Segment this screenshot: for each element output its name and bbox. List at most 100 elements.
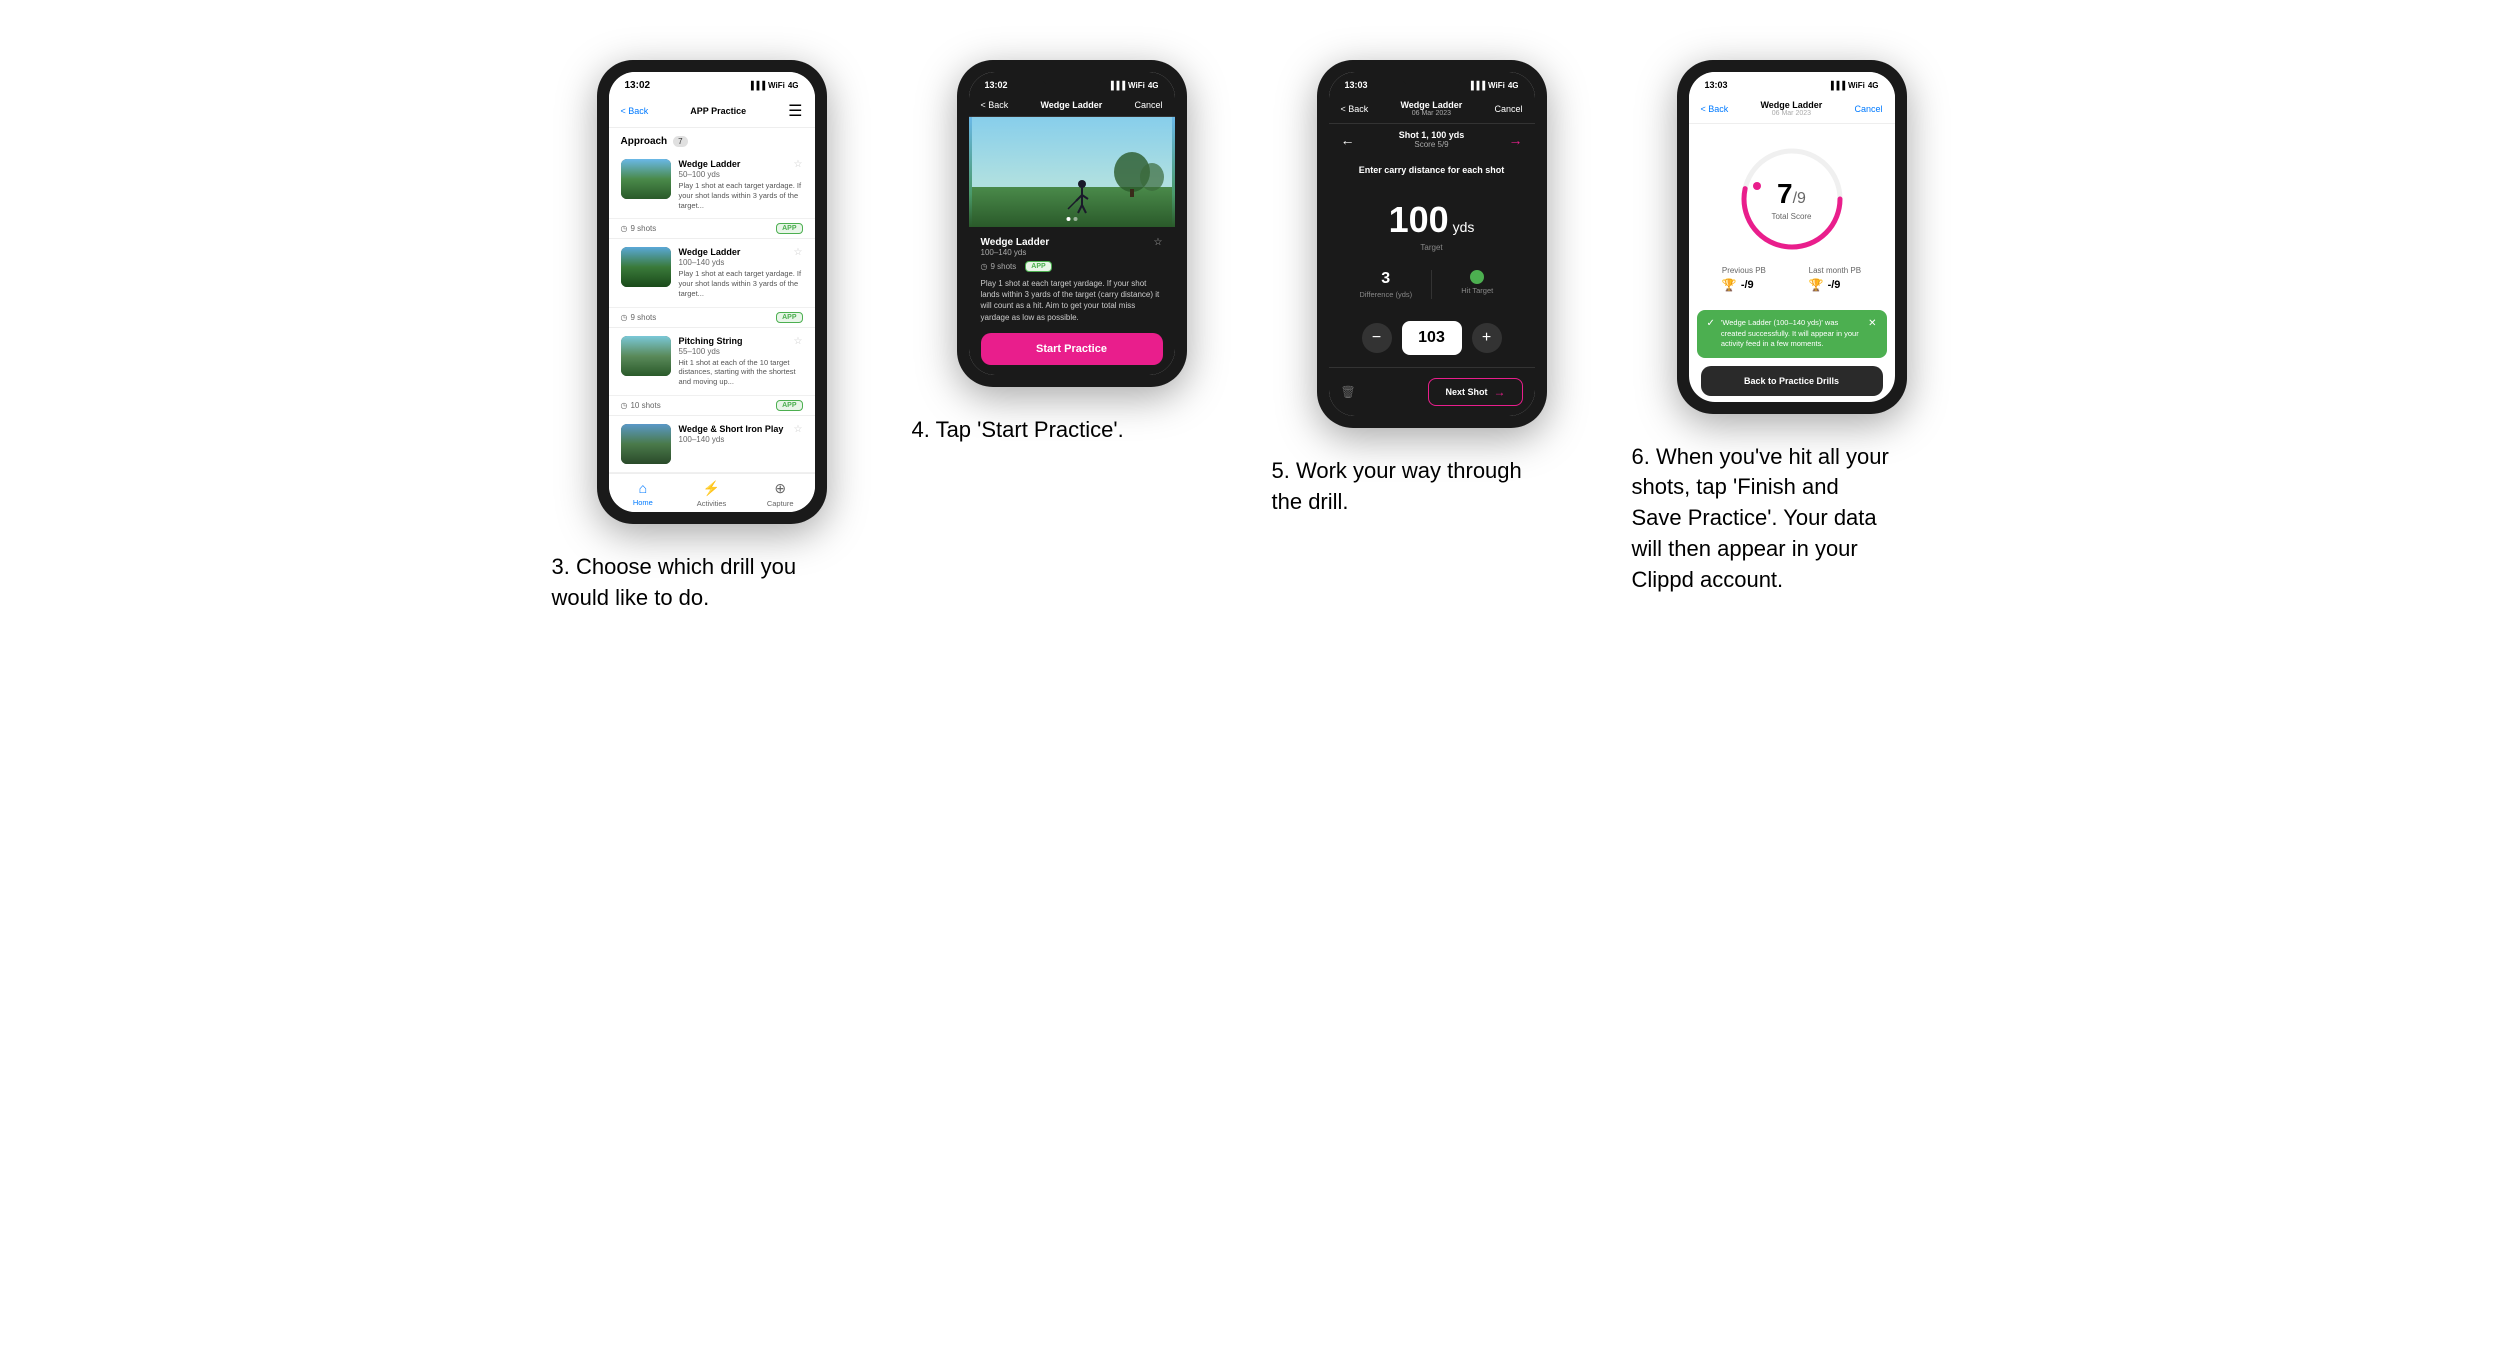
carry-prompt: Enter carry distance for each shot bbox=[1329, 155, 1535, 185]
drill-desc-3: Hit 1 shot at each of the 10 target dist… bbox=[679, 358, 803, 387]
dot-2 bbox=[1073, 217, 1077, 221]
wifi-3: WiFi bbox=[1488, 81, 1505, 90]
caption-1: 3. Choose which drill you would like to … bbox=[552, 552, 812, 614]
tab-activities[interactable]: ⚡ Activities bbox=[677, 480, 746, 508]
back-button-4[interactable]: < Back bbox=[1701, 104, 1729, 114]
star-icon-3[interactable]: ☆ bbox=[794, 336, 803, 347]
drill-name-1: Wedge Ladder bbox=[679, 159, 741, 170]
cancel-button-2[interactable]: Cancel bbox=[1134, 100, 1162, 110]
drill-desc-2: Play 1 shot at each target yardage. If y… bbox=[679, 269, 803, 298]
increment-button[interactable]: + bbox=[1472, 323, 1502, 353]
caption-2: 4. Tap 'Start Practice'. bbox=[912, 415, 1124, 446]
signal-4: ▐▐▐ bbox=[1828, 81, 1845, 90]
next-shot-bar: 🗑 Next Shot → bbox=[1329, 367, 1535, 416]
app-badge-detail: APP bbox=[1025, 261, 1051, 272]
next-shot-button[interactable]: Next Shot → bbox=[1428, 378, 1522, 406]
cancel-button-4[interactable]: Cancel bbox=[1854, 104, 1882, 114]
start-practice-button[interactable]: Start Practice bbox=[981, 333, 1163, 365]
cancel-button-3[interactable]: Cancel bbox=[1494, 104, 1522, 114]
drill-range-1: 50–100 yds bbox=[679, 170, 803, 179]
back-button-1[interactable]: < Back bbox=[621, 106, 649, 116]
drill-detail-top: Wedge Ladder 100–140 yds ☆ bbox=[981, 237, 1163, 257]
drill-detail-desc: Play 1 shot at each target yardage. If y… bbox=[981, 278, 1163, 323]
score-label: Total Score bbox=[1771, 212, 1811, 221]
delete-icon[interactable]: 🗑 bbox=[1341, 385, 1356, 399]
drill-image-4 bbox=[621, 424, 671, 464]
back-button-3[interactable]: < Back bbox=[1341, 104, 1369, 114]
back-button-2[interactable]: < Back bbox=[981, 100, 1009, 110]
hit-indicator bbox=[1470, 270, 1484, 284]
drill-item-3[interactable]: Pitching String ☆ 55–100 yds Hit 1 shot … bbox=[609, 328, 815, 396]
next-shot-arrow-icon: → bbox=[1494, 385, 1506, 399]
drill-image-3 bbox=[621, 336, 671, 376]
hero-dots bbox=[1066, 217, 1077, 221]
app-badge-1: APP bbox=[776, 223, 802, 234]
wifi-2: WiFi bbox=[1128, 81, 1145, 90]
status-bar-2: 13:02 ▐▐▐ WiFi 4G bbox=[969, 72, 1175, 94]
drill-range-2: 100–140 yds bbox=[679, 258, 803, 267]
drill-item-1[interactable]: Wedge Ladder ☆ 50–100 yds Play 1 shot at… bbox=[609, 151, 815, 219]
clock-icon-3: ◷ bbox=[621, 401, 628, 410]
signal-icons-4: ▐▐▐ WiFi 4G bbox=[1828, 81, 1879, 90]
tab-bar-1: ⌂ Home ⚡ Activities ⊕ Capture bbox=[609, 473, 815, 512]
phone-4-inner: 13:03 ▐▐▐ WiFi 4G < Back Wedge Ladder 06… bbox=[1689, 72, 1895, 402]
stat-difference-val: 3 bbox=[1381, 270, 1390, 288]
input-row: − 103 + bbox=[1329, 309, 1535, 367]
phone-1-inner: 13:02 ▐▐▐ WiFi 4G < Back APP Practice ☰ … bbox=[609, 72, 815, 512]
star-icon-detail[interactable]: ☆ bbox=[1154, 237, 1163, 248]
tab-capture-label: Capture bbox=[767, 499, 794, 508]
drill-info-2: Wedge Ladder ☆ 100–140 yds Play 1 shot a… bbox=[679, 247, 803, 298]
distance-input[interactable]: 103 bbox=[1402, 321, 1462, 355]
target-unit: yds bbox=[1453, 219, 1475, 235]
star-icon-4[interactable]: ☆ bbox=[794, 424, 803, 435]
wifi-4: WiFi bbox=[1848, 81, 1865, 90]
score-text: 7/9 Total Score bbox=[1771, 178, 1811, 221]
target-yds: 100 yds bbox=[1389, 199, 1475, 241]
tab-capture[interactable]: ⊕ Capture bbox=[746, 480, 815, 508]
caption-4: 6. When you've hit all your shots, tap '… bbox=[1632, 442, 1892, 596]
drill-range-4: 100–140 yds bbox=[679, 435, 803, 444]
status-bar-4: 13:03 ▐▐▐ WiFi 4G bbox=[1689, 72, 1895, 94]
dot-1 bbox=[1066, 217, 1070, 221]
toast-text: 'Wedge Ladder (100–140 yds)' was created… bbox=[1721, 318, 1862, 350]
phone-2-inner: 13:02 ▐▐▐ WiFi 4G < Back Wedge Ladder Ca… bbox=[969, 72, 1175, 375]
signal-icons-1: ▐▐▐ WiFi 4G bbox=[748, 81, 799, 90]
nav-bar-3: < Back Wedge Ladder 06 Mar 2023 Cancel bbox=[1329, 94, 1535, 124]
wifi-icon: WiFi bbox=[768, 81, 785, 90]
clock-icon-detail: ◷ bbox=[981, 262, 988, 271]
prev-pb-label: Previous PB bbox=[1722, 266, 1766, 275]
phone-3-inner: 13:03 ▐▐▐ WiFi 4G < Back Wedge Ladder 06… bbox=[1329, 72, 1535, 416]
drill-image-2 bbox=[621, 247, 671, 287]
tab-home[interactable]: ⌂ Home bbox=[609, 480, 678, 508]
score-num: 7 bbox=[1777, 178, 1793, 209]
toast-close-icon[interactable]: ✕ bbox=[1868, 318, 1876, 329]
last-pb: Last month PB 🏆 -/9 bbox=[1809, 266, 1861, 292]
drill-item-2[interactable]: Wedge Ladder ☆ 100–140 yds Play 1 shot a… bbox=[609, 239, 815, 307]
decrement-button[interactable]: − bbox=[1362, 323, 1392, 353]
battery-4: 4G bbox=[1868, 81, 1879, 90]
drill-info-3: Pitching String ☆ 55–100 yds Hit 1 shot … bbox=[679, 336, 803, 387]
drill-item-4[interactable]: Wedge & Short Iron Play ☆ 100–140 yds bbox=[609, 416, 815, 473]
signal-icons-2: ▐▐▐ WiFi 4G bbox=[1108, 81, 1159, 90]
time-2: 13:02 bbox=[985, 80, 1008, 90]
tab-activities-label: Activities bbox=[697, 499, 727, 508]
activities-icon: ⚡ bbox=[703, 480, 720, 497]
signal-icons-3: ▐▐▐ WiFi 4G bbox=[1468, 81, 1519, 90]
back-to-drills-button[interactable]: Back to Practice Drills bbox=[1701, 366, 1883, 396]
battery-icon: 4G bbox=[788, 81, 799, 90]
drill-name-2: Wedge Ladder bbox=[679, 247, 741, 258]
star-icon-1[interactable]: ☆ bbox=[794, 159, 803, 170]
drill-hero-2 bbox=[969, 117, 1175, 227]
drill-thumb-1 bbox=[621, 159, 671, 199]
nav-title-2: Wedge Ladder bbox=[1016, 100, 1126, 110]
phone-2: 13:02 ▐▐▐ WiFi 4G < Back Wedge Ladder Ca… bbox=[957, 60, 1187, 387]
signal-3: ▐▐▐ bbox=[1468, 81, 1485, 90]
star-icon-2[interactable]: ☆ bbox=[794, 247, 803, 258]
prev-pb-val: 🏆 -/9 bbox=[1722, 278, 1766, 292]
shot-info-center: Shot 1, 100 yds Score 5/9 bbox=[1399, 130, 1465, 149]
nav-title-3: Wedge Ladder 06 Mar 2023 bbox=[1376, 100, 1486, 117]
prev-shot-arrow[interactable]: ← bbox=[1341, 132, 1355, 148]
time-3: 13:03 bbox=[1345, 80, 1368, 90]
next-shot-arrow[interactable]: → bbox=[1509, 132, 1523, 148]
menu-icon-1[interactable]: ☰ bbox=[788, 101, 802, 121]
